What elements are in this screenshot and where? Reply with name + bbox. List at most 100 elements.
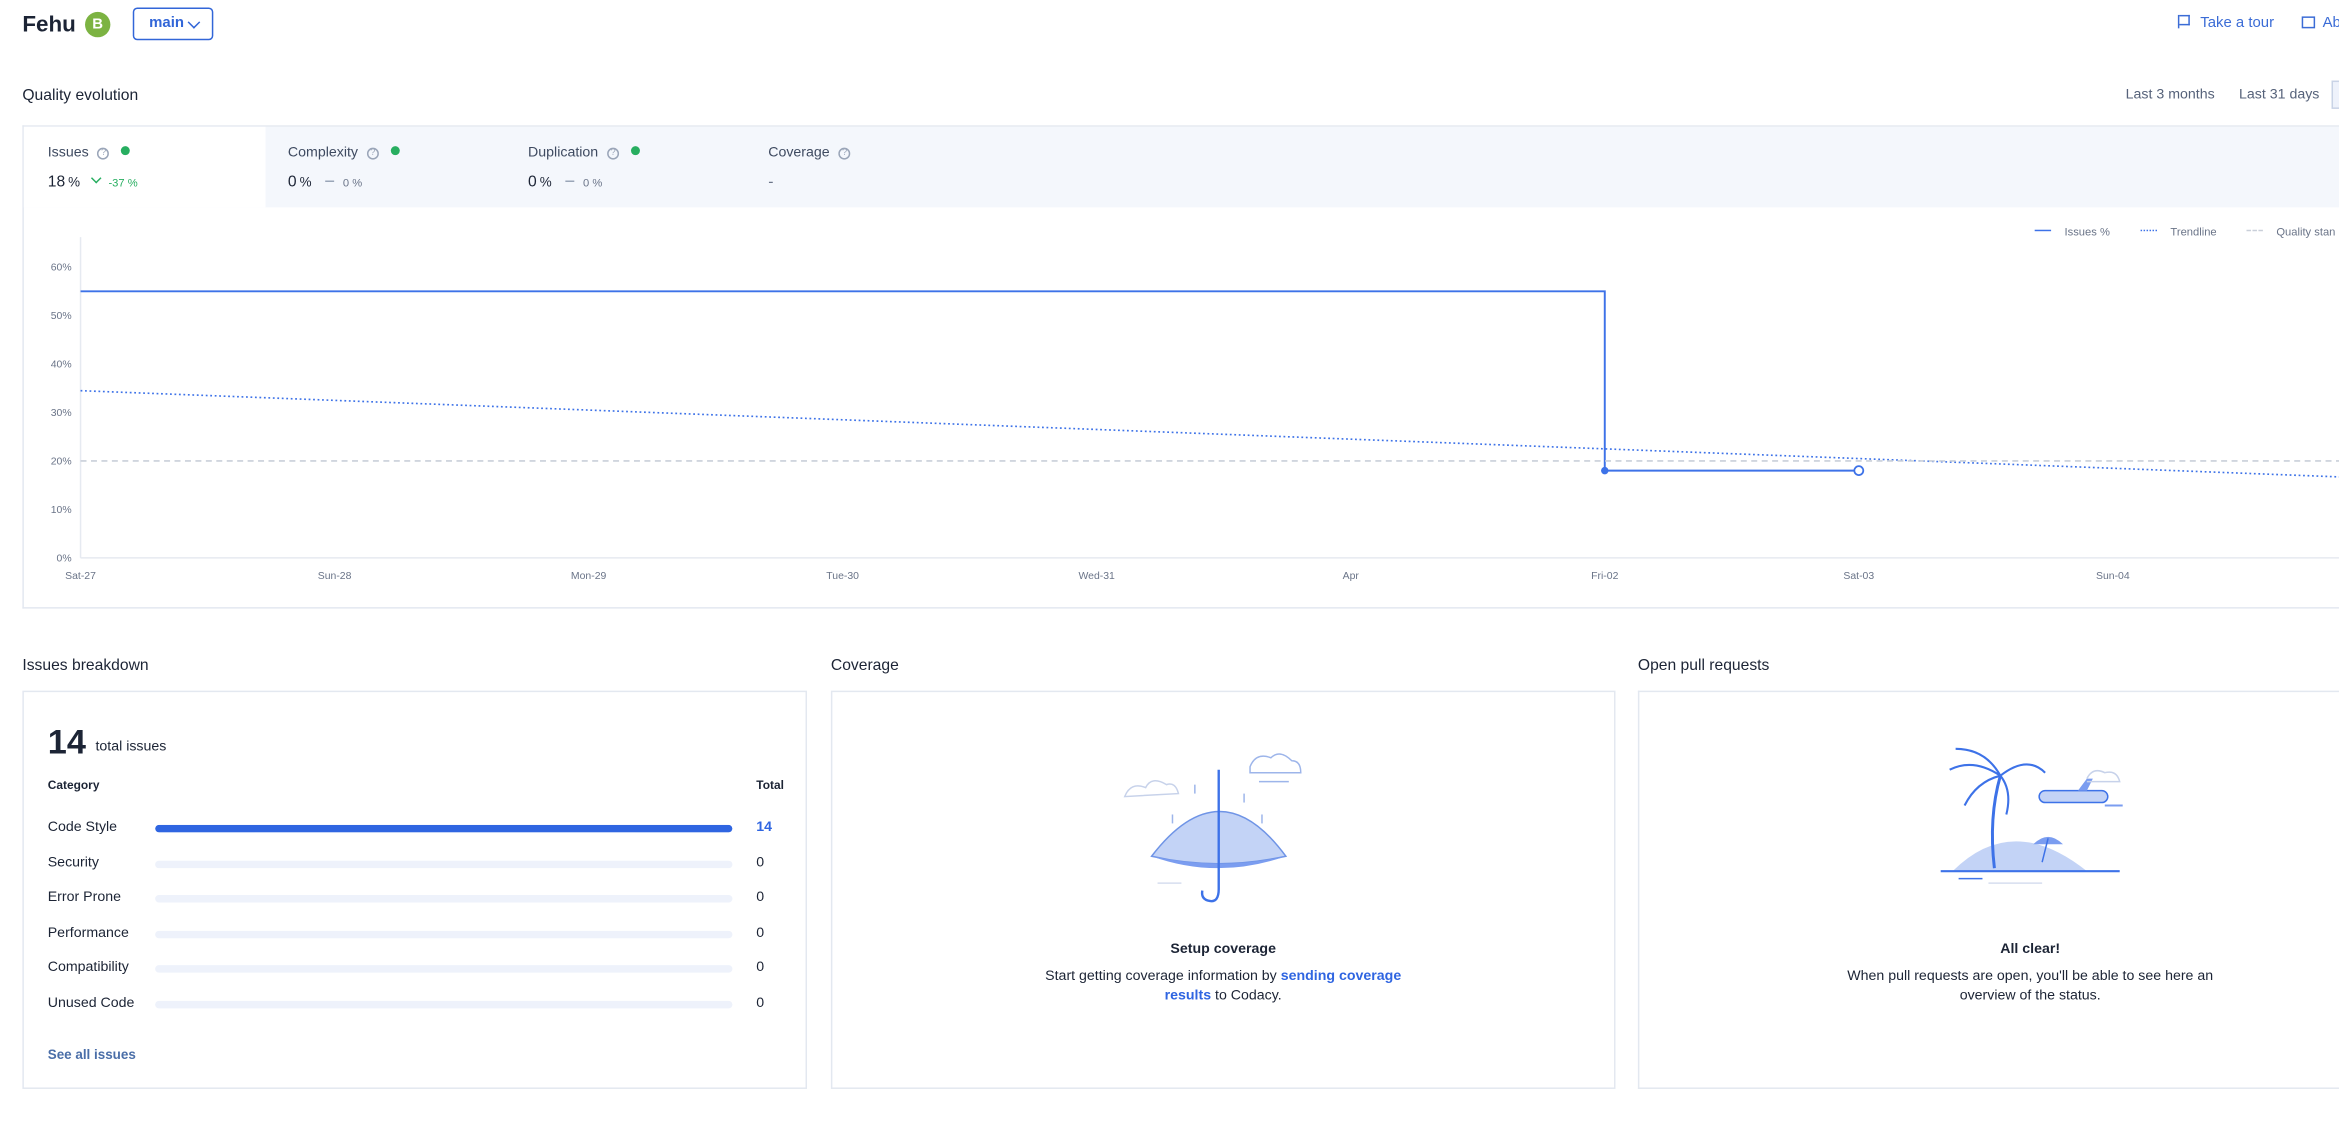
total-issues-count: 14 — [47, 721, 86, 761]
tab-issues[interactable]: Issues? 18% -37 % — [23, 126, 266, 208]
no-change-icon — [565, 180, 575, 182]
about-link[interactable]: Ab — [2301, 14, 2339, 32]
category-name: Error Prone — [47, 889, 121, 906]
book-icon — [2301, 16, 2316, 29]
open-pull-requests-title: Open pull requests — [1637, 656, 1770, 675]
quality-evolution-title: Quality evolution — [22, 86, 139, 105]
about-label: Ab — [2322, 14, 2339, 32]
coverage-text-end: to Codacy. — [1211, 987, 1282, 1004]
all-clear-text: When pull requests are open, you'll be a… — [1847, 968, 2214, 1004]
category-bar-track — [155, 824, 733, 833]
complexity-value: 0 — [287, 173, 297, 191]
status-dot — [390, 146, 400, 156]
issues-value: 18 — [47, 173, 66, 191]
island-illustration — [1940, 747, 2123, 884]
category-count: 0 — [756, 994, 765, 1011]
tab-coverage-label: Coverage — [768, 144, 830, 162]
coverage-text-start: Start getting coverage information by — [1045, 968, 1281, 985]
trend-down-icon — [90, 172, 102, 184]
coverage-title: Coverage — [830, 656, 899, 675]
tab-complexity[interactable]: Complexity? 0% 0 % — [264, 127, 504, 208]
category-count: 14 — [756, 818, 773, 836]
total-header: Total — [756, 778, 784, 793]
y-tick-label: 10% — [51, 505, 72, 516]
complexity-delta: 0 % — [342, 176, 363, 190]
duplication-unit: % — [539, 174, 552, 190]
data-point — [1601, 466, 1609, 475]
status-dot — [121, 146, 131, 156]
duplication-delta: 0 % — [583, 176, 603, 190]
category-bar-track — [155, 859, 733, 868]
take-tour-label: Take a tour — [2200, 14, 2275, 32]
branch-selector[interactable]: main — [132, 7, 214, 41]
help-icon: ? — [97, 147, 110, 160]
series-issues--line — [80, 290, 1859, 472]
x-tick-label: Sat-27 — [65, 571, 96, 582]
category-row[interactable]: Performance 0 — [48, 924, 785, 945]
repo-header: Fehu B main Take a tour Ab — [0, 0, 2339, 51]
category-row[interactable]: Code Style 14 — [48, 819, 785, 840]
data-point — [1853, 465, 1865, 477]
grade-badge: B — [85, 11, 111, 38]
coverage-card: Setup coverage Start getting coverage in… — [830, 690, 1616, 1089]
category-count: 0 — [756, 853, 765, 871]
range-selected-button[interactable] — [2331, 80, 2339, 109]
all-clear-title: All clear! — [2000, 941, 2061, 958]
x-tick-label: Sun-28 — [318, 571, 352, 582]
category-count: 0 — [756, 889, 765, 906]
complexity-unit: % — [299, 174, 312, 190]
y-tick-label: 0% — [57, 554, 72, 565]
tab-duplication[interactable]: Duplication? 0% 0 % — [504, 127, 744, 208]
category-row[interactable]: Security 0 — [48, 854, 785, 875]
category-count: 0 — [756, 959, 765, 976]
quality-chart: 0% 10% 20% 30% 40% 50% 60% Sat-27 Sun-28 Mon-29 Tu… — [51, 237, 2339, 582]
x-tick-label: Apr — [1343, 571, 1360, 582]
setup-coverage-title: Setup coverage — [1170, 941, 1276, 958]
issues-breakdown-card: 14 total issues Category Total Code Styl… — [22, 690, 808, 1089]
category-bar-track — [155, 965, 733, 973]
y-tick-label: 60% — [51, 263, 72, 274]
category-name: Security — [47, 853, 99, 871]
no-change-icon — [324, 180, 334, 182]
y-tick-label: 50% — [51, 311, 72, 322]
issues-breakdown-title: Issues breakdown — [22, 656, 149, 675]
category-row[interactable]: Unused Code 0 — [48, 994, 785, 1015]
category-bar-fill — [155, 824, 733, 833]
issues-delta: -37 % — [108, 176, 138, 190]
category-name: Unused Code — [47, 994, 135, 1011]
help-icon: ? — [607, 147, 620, 160]
y-tick-label: 30% — [51, 408, 72, 419]
pull-requests-card: All clear! When pull requests are open, … — [1637, 690, 2339, 1089]
x-tick-label: Sun-04 — [2096, 571, 2130, 582]
issues-unit: % — [68, 174, 81, 190]
tab-coverage[interactable]: Coverage? - — [744, 127, 984, 208]
branch-label: main — [149, 14, 184, 32]
umbrella-illustration — [1123, 753, 1302, 903]
tab-complexity-label: Complexity — [287, 144, 359, 162]
x-tick-label: Mon-29 — [571, 571, 607, 582]
category-header: Category — [47, 778, 100, 793]
chevron-down-icon — [187, 16, 201, 29]
setup-coverage-text: Start getting coverage information by se… — [1029, 967, 1417, 1006]
range-last-31-days[interactable]: Last 31 days — [2239, 87, 2319, 103]
category-bar-track — [155, 930, 733, 938]
category-name: Compatibility — [47, 959, 129, 976]
take-tour-link[interactable]: Take a tour — [2177, 14, 2275, 32]
range-last-3-months[interactable]: Last 3 months — [2126, 87, 2215, 103]
y-tick-label: 20% — [51, 457, 72, 468]
category-row[interactable]: Error Prone 0 — [48, 889, 785, 910]
quality-evolution-panel: Issues? 18% -37 % Complexity? 0% 0 % Dupli… — [22, 125, 2339, 609]
category-row[interactable]: Compatibility 0 — [48, 959, 785, 980]
flag-icon — [2177, 14, 2191, 29]
see-all-issues-link[interactable]: See all issues — [48, 1047, 136, 1062]
x-tick-label: Wed-31 — [1079, 571, 1116, 582]
x-tick-label: Fri-02 — [1591, 571, 1618, 582]
category-name: Code Style — [47, 818, 118, 836]
coverage-value: - — [768, 173, 774, 191]
help-icon: ? — [366, 147, 379, 160]
category-count: 0 — [756, 924, 765, 941]
category-bar-track — [155, 895, 733, 903]
series-trendline-line — [80, 389, 2339, 478]
tab-issues-label: Issues — [47, 144, 89, 162]
total-issues-label: total issues — [95, 738, 167, 755]
